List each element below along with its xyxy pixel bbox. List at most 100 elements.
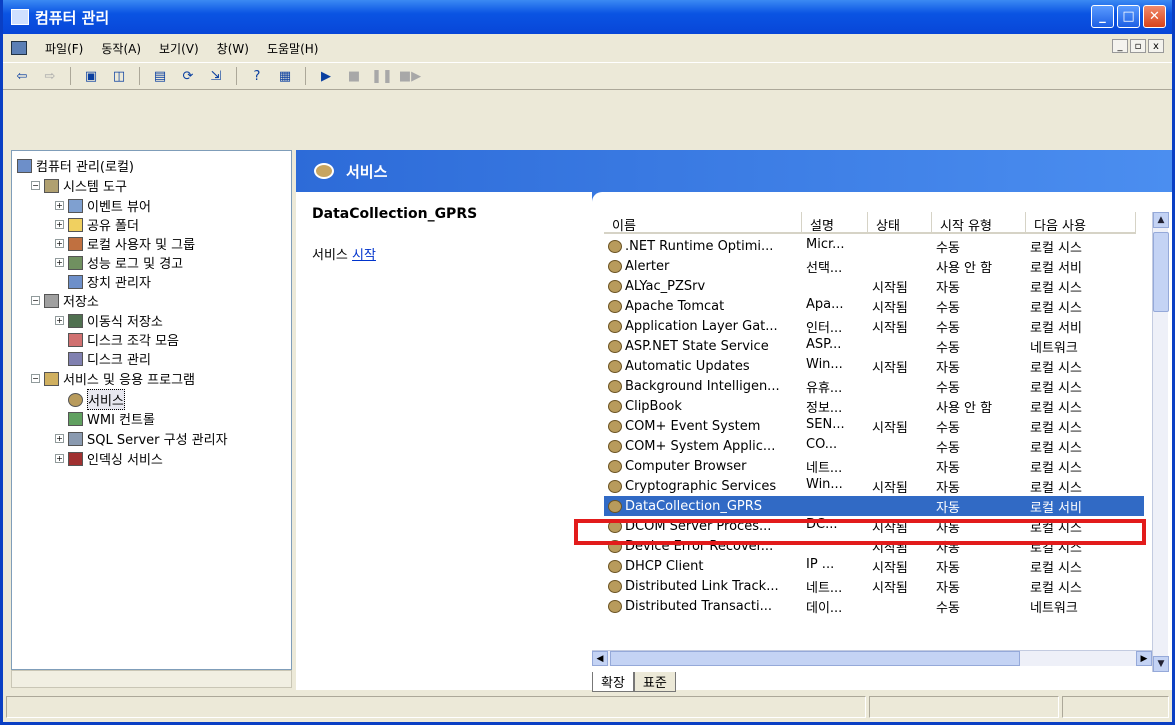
description-cell: 인터... [806,321,843,336]
table-row[interactable]: Apache Tomcat Apa... 시작됨 수동 로컬 시스 [604,296,1144,316]
tree-node-disk-management[interactable]: 디스크 관리 [68,349,151,368]
menu-view[interactable]: 보기(V) [159,40,199,57]
service-name: COM+ System Applic... [625,438,776,454]
mdi-minimize-button[interactable]: _ [1112,39,1128,53]
table-row[interactable]: Background Intelligen... 유휴... 수동 로컬 시스 [604,376,1144,396]
gear-icon [608,559,622,573]
gear-icon [608,259,622,273]
window: 컴퓨터 관리 _ □ ✕ 파일(F) 동작(A) 보기(V) 창(W) 도움말(… [0,0,1175,725]
table-row[interactable]: DHCP Client IP ... 시작됨 자동 로컬 시스 [604,556,1144,576]
up-folder-icon[interactable]: ▣ [80,66,102,86]
table-row[interactable]: DataCollection_GPRS 자동 로컬 서비 [604,496,1144,516]
mdi-restore-button[interactable]: ▫ [1130,39,1146,53]
column-description[interactable]: 설명 [802,212,868,234]
column-startup-type[interactable]: 시작 유형 [932,212,1026,234]
disk-icon [68,351,83,366]
service-name: Computer Browser [625,458,747,474]
tree-horizontal-scrollbar[interactable] [11,670,292,688]
tree-node-system-tools[interactable]: − 시스템 도구 [31,176,127,195]
minimize-button[interactable]: _ [1091,5,1114,28]
tree-node-storage[interactable]: − 저장소 [31,291,99,310]
tree-node-event-viewer[interactable]: + 이벤트 뷰어 [55,196,151,215]
list-horizontal-scrollbar[interactable]: ◀ ▶ [592,650,1152,666]
description-cell: 유휴... [806,381,843,396]
table-row[interactable]: Automatic Updates Win... 시작됨 자동 로컬 시스 [604,356,1144,376]
service-name-cell: ASP.NET State Service [604,336,802,356]
service-name-cell: Apache Tomcat [604,296,802,316]
tree-node-indexing[interactable]: + 인덱싱 서비스 [55,449,163,468]
computer-icon [17,158,32,173]
status-cell: 시작됨 [872,561,908,576]
startup-type-cell: 자동 [936,461,960,476]
tree-node-performance-logs[interactable]: + 성능 로그 및 경고 [55,253,183,272]
back-icon[interactable]: ⇦ [11,66,33,86]
forward-icon[interactable]: ⇨ [39,66,61,86]
table-row[interactable]: Distributed Link Track... 네트... 시작됨 자동 로컬 시스 [604,576,1144,596]
defrag-icon [68,332,83,347]
refresh-icon[interactable]: ⟳ [177,66,199,86]
table-row[interactable]: Application Layer Gat... 인터... 시작됨 수동 로컬 서비 [604,316,1144,336]
console-view-icon[interactable]: ▦ [274,66,296,86]
action-prefix: 서비스 [312,248,348,263]
close-button[interactable]: ✕ [1143,5,1166,28]
service-name-cell: .NET Runtime Optimi... [604,236,802,256]
title-bar: 컴퓨터 관리 _ □ ✕ [3,0,1172,34]
start-service-link[interactable]: 시작 [352,248,376,263]
table-row[interactable]: ClipBook 정보... 사용 안 함 로컬 시스 [604,396,1144,416]
table-row[interactable]: COM+ Event System SEN... 시작됨 수동 로컬 시스 [604,416,1144,436]
tree-node-device-manager[interactable]: 장치 관리자 [68,272,151,291]
menu-file[interactable]: 파일(F) [45,40,83,57]
tab-standard[interactable]: 표준 [633,672,676,692]
column-name[interactable]: 이름 [604,212,802,234]
mdi-close-button[interactable]: x [1148,39,1164,53]
status-cell [868,236,932,256]
logon-as-cell: 로컬 시스 [1030,361,1082,376]
startup-type-cell: 수동 [936,321,960,336]
service-name: ALYac_PZSrv [625,278,706,294]
table-row[interactable]: ASP.NET State Service ASP... 수동 네트워크 [604,336,1144,356]
tree-root[interactable]: 컴퓨터 관리(로컬) [17,156,134,175]
sql-server-icon [68,431,83,446]
view-tabs: 확장 표준 [592,672,676,692]
table-row[interactable]: ALYac_PZSrv 시작됨 자동 로컬 시스 [604,276,1144,296]
tree-node-services-applications[interactable]: − 서비스 및 응용 프로그램 [31,369,195,388]
table-row[interactable]: Computer Browser 네트... 자동 로컬 시스 [604,456,1144,476]
tree-node-local-users[interactable]: + 로컬 사용자 및 그룹 [55,234,195,253]
menu-help[interactable]: 도움말(H) [267,40,319,57]
restart-service-icon[interactable]: ■▶ [399,66,421,86]
tree-node-services[interactable]: 서비스 [68,389,125,410]
startup-type-cell: 자동 [936,561,960,576]
menu-window[interactable]: 창(W) [217,40,249,57]
performance-icon [68,255,83,270]
tree-node-removable-storage[interactable]: + 이동식 저장소 [55,311,163,330]
pane-header: 서비스 [296,150,1172,192]
wmi-icon [68,411,83,426]
column-logon-as[interactable]: 다음 사용 [1026,212,1136,234]
storage-icon [44,293,59,308]
pause-service-icon[interactable]: ❚❚ [371,66,393,86]
table-row[interactable]: Alerter 선택... 사용 안 함 로컬 서비 [604,256,1144,276]
tree-node-sql-config[interactable]: + SQL Server 구성 관리자 [55,429,228,448]
help-icon[interactable]: ? [246,66,268,86]
start-service-icon[interactable]: ▶ [315,66,337,86]
table-row[interactable]: .NET Runtime Optimi... Micr... 수동 로컬 시스 [604,236,1144,256]
description-cell [802,276,868,296]
maximize-button[interactable]: □ [1117,5,1140,28]
tab-extended[interactable]: 확장 [592,672,634,692]
tree-node-shared-folders[interactable]: + 공유 폴더 [55,215,139,234]
gear-icon [608,399,622,413]
show-tree-icon[interactable]: ◫ [108,66,130,86]
tree-node-defragmenter[interactable]: 디스크 조각 모음 [68,330,179,349]
stop-service-icon[interactable]: ■ [343,66,365,86]
tree-node-wmi-control[interactable]: WMI 컨트롤 [68,409,155,428]
export-icon[interactable]: ⇲ [205,66,227,86]
properties-icon[interactable]: ▤ [149,66,171,86]
description-cell: Apa... [806,297,844,312]
table-row[interactable]: Distributed Transacti... 데이... 수동 네트워크 [604,596,1144,616]
vertical-scrollbar[interactable]: ▲ ▼ [1152,212,1169,672]
service-name: Apache Tomcat [625,298,725,314]
column-status[interactable]: 상태 [868,212,932,234]
table-row[interactable]: Cryptographic Services Win... 시작됨 자동 로컬 시스 [604,476,1144,496]
table-row[interactable]: COM+ System Applic... CO... 수동 로컬 시스 [604,436,1144,456]
menu-action[interactable]: 동작(A) [101,40,141,57]
